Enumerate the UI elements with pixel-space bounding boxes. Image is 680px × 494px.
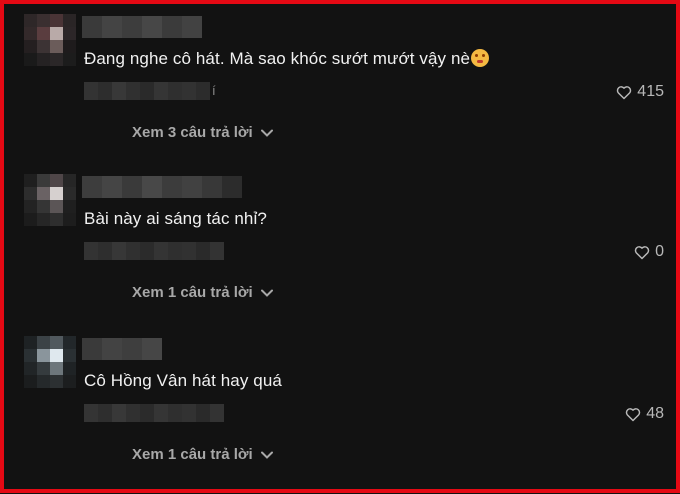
chevron-down-icon bbox=[260, 129, 273, 137]
view-replies-label: Xem 3 câu trả lời bbox=[132, 124, 253, 141]
comment-panel: Đang nghe cô hát. Mà sao khóc sướt mướt … bbox=[0, 0, 680, 493]
view-replies-button[interactable]: Xem 1 câu trả lời bbox=[132, 284, 273, 301]
username-blurred[interactable] bbox=[82, 338, 162, 360]
like-button[interactable]: 0 bbox=[634, 243, 664, 261]
username-blurred[interactable] bbox=[82, 16, 202, 38]
comment-item: Đang nghe cô hát. Mà sao khóc sướt mướt … bbox=[4, 12, 676, 172]
view-replies-button[interactable]: Xem 3 câu trả lời bbox=[132, 124, 273, 141]
like-button[interactable]: 415 bbox=[616, 83, 664, 101]
comment-item: Cô Hồng Vân hát hay quá 48 Xem 1 câu trả… bbox=[4, 334, 676, 494]
heart-icon bbox=[634, 245, 650, 259]
username-blurred[interactable] bbox=[82, 176, 242, 198]
avatar[interactable] bbox=[24, 14, 76, 66]
comment-text: Cô Hồng Vân hát hay quá bbox=[84, 371, 282, 390]
comment-item: Bài này ai sáng tác nhỉ? 0 Xem 1 câu trả… bbox=[4, 172, 676, 332]
view-replies-button[interactable]: Xem 1 câu trả lời bbox=[132, 446, 273, 463]
comment-text: Đang nghe cô hát. Mà sao khóc sướt mướt … bbox=[84, 49, 490, 69]
avatar[interactable] bbox=[24, 174, 76, 226]
comment-meta-tail: í bbox=[212, 83, 216, 98]
heart-icon bbox=[625, 407, 641, 421]
like-count: 415 bbox=[637, 83, 664, 100]
chevron-down-icon bbox=[260, 451, 273, 459]
comment-text: Bài này ai sáng tác nhỉ? bbox=[84, 209, 267, 228]
comment-meta-blurred bbox=[84, 242, 224, 260]
like-button[interactable]: 48 bbox=[625, 405, 664, 423]
like-count: 0 bbox=[655, 243, 664, 260]
like-count: 48 bbox=[646, 405, 664, 422]
comment-meta-blurred: í bbox=[84, 82, 216, 100]
avatar[interactable] bbox=[24, 336, 76, 388]
view-replies-label: Xem 1 câu trả lời bbox=[132, 284, 253, 301]
comment-meta-blurred bbox=[84, 404, 224, 422]
view-replies-label: Xem 1 câu trả lời bbox=[132, 446, 253, 463]
heart-icon bbox=[617, 85, 632, 99]
chevron-down-icon bbox=[260, 289, 273, 297]
flushed-face-emoji bbox=[471, 49, 490, 67]
